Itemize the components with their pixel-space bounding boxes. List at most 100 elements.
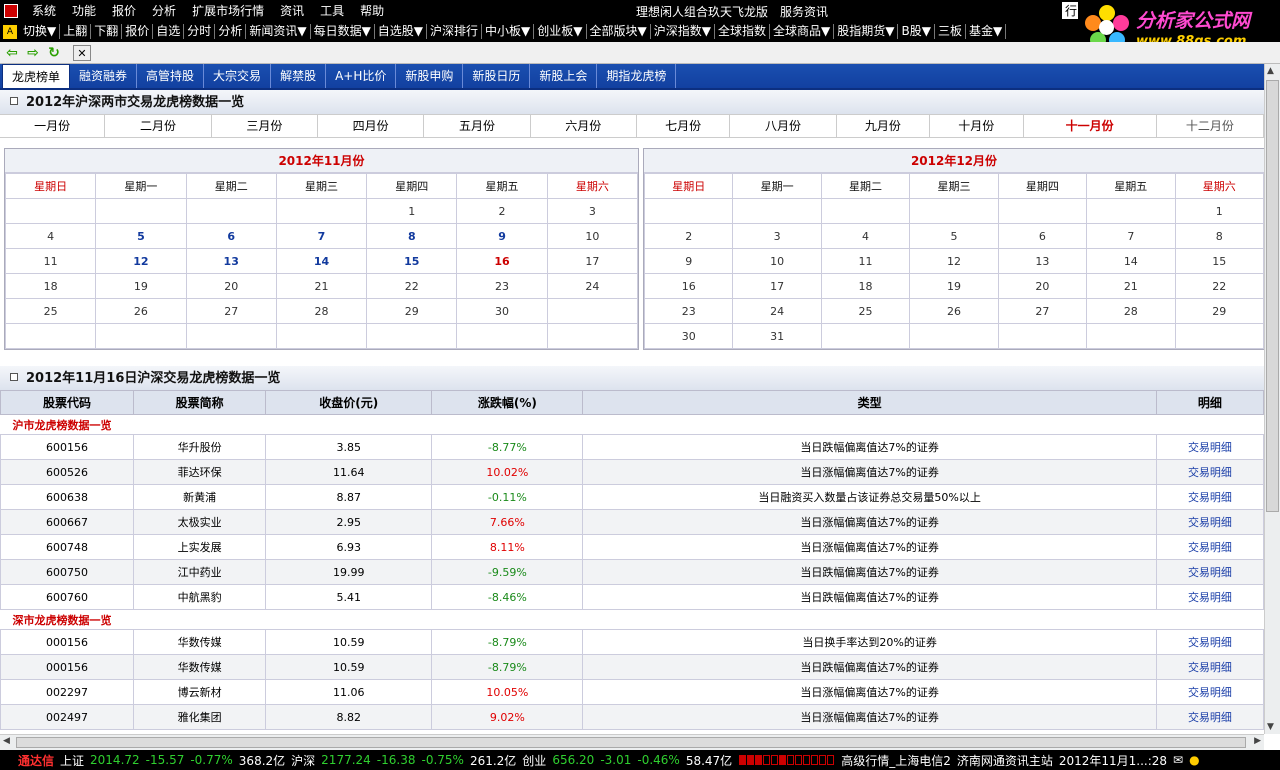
calendar-day[interactable]: 10: [732, 248, 822, 274]
detail-link[interactable]: 交易明细: [1155, 559, 1264, 585]
month-link[interactable]: 七月份: [637, 115, 731, 137]
month-link[interactable]: 九月份: [837, 115, 931, 137]
calendar-day[interactable]: 29: [366, 298, 458, 324]
calendar-day[interactable]: 2: [643, 223, 734, 249]
toolbar-button[interactable]: 基金▼: [966, 24, 1007, 39]
feed-status[interactable]: 高级行情_上海电信2: [838, 752, 954, 769]
server-status[interactable]: 济南网通资讯主站: [954, 752, 1056, 769]
service-menu[interactable]: 服务资讯: [780, 3, 828, 20]
detail-link[interactable]: 交易明细: [1155, 484, 1264, 510]
calendar-day[interactable]: 23: [643, 298, 734, 324]
calendar-day[interactable]: 5: [95, 223, 187, 249]
refresh-icon[interactable]: ↻: [45, 45, 63, 61]
tab-item[interactable]: 解禁股: [271, 64, 327, 88]
month-link[interactable]: 八月份: [730, 115, 837, 137]
calendar-day[interactable]: 18: [4, 273, 97, 299]
calendar-day[interactable]: 11: [820, 248, 911, 274]
toolbar-button[interactable]: 全球商品▼: [770, 24, 835, 39]
calendar-day[interactable]: 30: [643, 323, 734, 349]
calendar-day[interactable]: 28: [275, 298, 368, 324]
toolbar-button[interactable]: 每日数据▼: [311, 24, 375, 39]
calendar-day[interactable]: 23: [456, 273, 548, 299]
calendar-day[interactable]: 1: [366, 198, 458, 224]
menu-item[interactable]: 工具: [312, 2, 352, 19]
calendar-day[interactable]: 22: [1174, 273, 1264, 299]
detail-link[interactable]: 交易明细: [1155, 584, 1264, 610]
month-link[interactable]: 十一月份: [1024, 115, 1157, 137]
scroll-thumb[interactable]: [1266, 80, 1279, 512]
toolbar-button[interactable]: 三板: [935, 24, 966, 39]
toolbar-button[interactable]: 自选: [153, 24, 185, 39]
calendar-day[interactable]: 1: [1174, 198, 1264, 224]
toolbar-button[interactable]: 创业板▼: [534, 24, 587, 39]
month-link[interactable]: 六月份: [531, 115, 637, 137]
calendar-day[interactable]: 26: [95, 298, 187, 324]
toolbar-button[interactable]: 自选股▼: [375, 24, 428, 39]
toolbar-button[interactable]: 中小板▼: [482, 24, 535, 39]
calendar-day[interactable]: 14: [275, 248, 368, 274]
calendar-day[interactable]: 30: [456, 298, 548, 324]
month-link[interactable]: 十二月份: [1157, 115, 1264, 137]
calendar-day[interactable]: 5: [909, 223, 999, 249]
tab-item[interactable]: A+H比价: [326, 64, 397, 88]
calendar-day[interactable]: 2: [456, 198, 548, 224]
detail-link[interactable]: 交易明细: [1155, 534, 1264, 560]
menu-item[interactable]: 扩展市场行情: [184, 2, 272, 19]
calendar-day[interactable]: 9: [456, 223, 548, 249]
toolbar-button[interactable]: 股指期货▼: [834, 24, 899, 39]
toolbar-button[interactable]: 全球指数: [715, 24, 770, 39]
calendar-day[interactable]: 17: [546, 248, 639, 274]
calendar-day[interactable]: 27: [997, 298, 1088, 324]
month-link[interactable]: 二月份: [105, 115, 212, 137]
calendar-day[interactable]: 4: [820, 223, 911, 249]
toolbar-button[interactable]: 沪深指数▼: [651, 24, 715, 39]
calendar-day[interactable]: 7: [1086, 223, 1176, 249]
menu-item[interactable]: 分析: [144, 2, 184, 19]
tab-item[interactable]: 新股申购: [396, 64, 464, 88]
calendar-day[interactable]: 27: [185, 298, 277, 324]
tab-item[interactable]: 融资融券: [70, 64, 138, 88]
calendar-day[interactable]: 29: [1174, 298, 1264, 324]
calendar-day[interactable]: 25: [820, 298, 911, 324]
tab-item[interactable]: 新股上会: [530, 64, 598, 88]
calendar-day[interactable]: 16: [456, 248, 548, 274]
horizontal-scrollbar[interactable]: ◀ ▶: [0, 734, 1264, 750]
scroll-up-icon[interactable]: ▲: [1267, 66, 1274, 76]
alert-icon[interactable]: ●: [1186, 753, 1202, 767]
calendar-day[interactable]: 19: [95, 273, 187, 299]
calendar-day[interactable]: 9: [643, 248, 734, 274]
calendar-day[interactable]: 7: [275, 223, 368, 249]
scroll-left-icon[interactable]: ◀: [3, 736, 10, 746]
detail-link[interactable]: 交易明细: [1155, 459, 1264, 485]
toolbar-button[interactable]: 下翻: [91, 24, 123, 39]
detail-link[interactable]: 交易明细: [1155, 704, 1264, 730]
month-link[interactable]: 三月份: [212, 115, 318, 137]
detail-link[interactable]: 交易明细: [1155, 629, 1264, 655]
menu-item[interactable]: 帮助: [352, 2, 392, 19]
tab-item[interactable]: 期指龙虎榜: [597, 64, 677, 88]
calendar-day[interactable]: 8: [1174, 223, 1264, 249]
calendar-day[interactable]: 24: [732, 298, 822, 324]
calendar-day[interactable]: 31: [732, 323, 822, 349]
calendar-day[interactable]: 12: [95, 248, 187, 274]
calendar-day[interactable]: 20: [997, 273, 1088, 299]
calendar-day[interactable]: 17: [732, 273, 822, 299]
toolbar-button[interactable]: 分时: [184, 24, 216, 39]
month-link[interactable]: 一月份: [0, 115, 106, 137]
calendar-day[interactable]: 11: [4, 248, 97, 274]
toolbar-button[interactable]: 全部版块▼: [587, 24, 651, 39]
toolbar-button[interactable]: 报价: [122, 24, 154, 39]
toolbar-button[interactable]: 分析: [215, 24, 247, 39]
calendar-day[interactable]: 15: [366, 248, 458, 274]
calendar-day[interactable]: 18: [820, 273, 911, 299]
month-link[interactable]: 五月份: [424, 115, 531, 137]
calendar-day[interactable]: 13: [185, 248, 277, 274]
detail-link[interactable]: 交易明细: [1155, 509, 1264, 535]
toolbar-button[interactable]: 新闻资讯▼: [246, 24, 311, 39]
toolbar-button[interactable]: 切换▼: [20, 24, 61, 39]
calendar-day[interactable]: 16: [643, 273, 734, 299]
calendar-day[interactable]: 10: [546, 223, 639, 249]
tab-item[interactable]: 龙虎榜单: [2, 64, 71, 88]
menu-item[interactable]: 报价: [104, 2, 144, 19]
calendar-day[interactable]: 25: [4, 298, 97, 324]
